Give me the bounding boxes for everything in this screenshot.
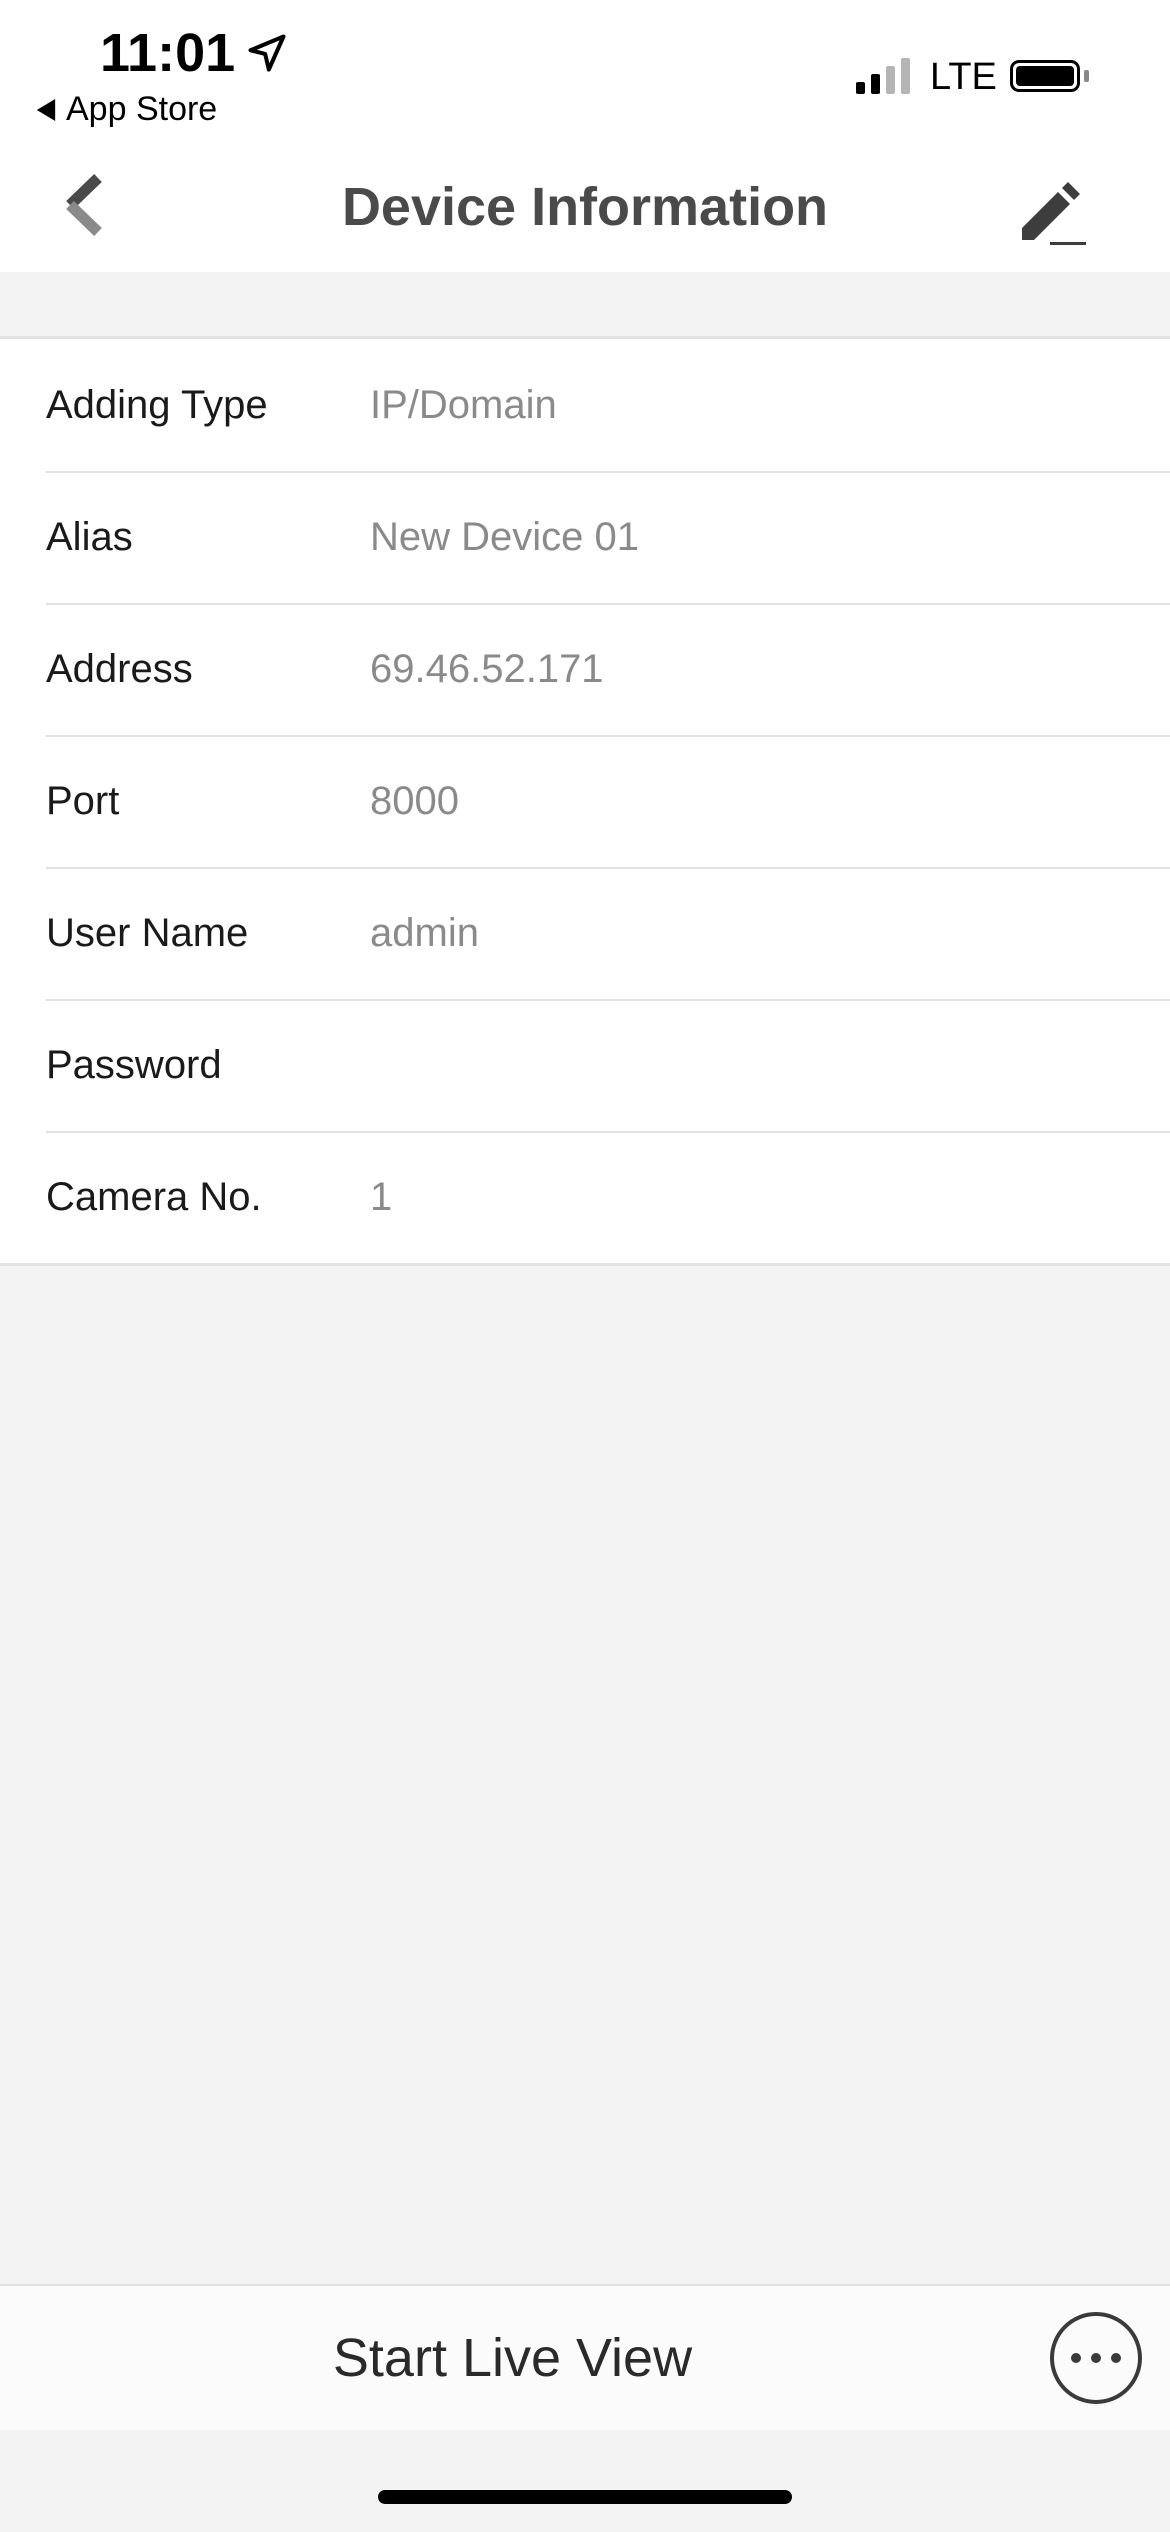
row-password[interactable]: Password <box>0 999 1170 1131</box>
field-value: 8000 <box>370 778 459 823</box>
status-bar: 11:01 App Store LTE <box>0 0 1170 140</box>
back-to-app-store[interactable]: App Store <box>36 90 217 129</box>
cellular-signal-icon <box>856 58 910 94</box>
navigation-bar: Device Information <box>0 140 1170 272</box>
row-adding-type[interactable]: Adding Type IP/Domain <box>0 339 1170 471</box>
field-value: admin <box>370 910 479 955</box>
section-spacer <box>0 272 1170 336</box>
field-label: Port <box>46 778 120 823</box>
status-time: 11:01 <box>100 22 289 84</box>
field-label: Alias <box>46 514 133 559</box>
home-indicator[interactable] <box>378 2490 792 2504</box>
battery-cap <box>1084 70 1089 82</box>
bottom-toolbar: Start Live View <box>0 2284 1170 2430</box>
network-type: LTE <box>930 56 997 98</box>
time-text: 11:01 <box>100 23 236 83</box>
field-value: IP/Domain <box>370 382 557 427</box>
field-label: User Name <box>46 910 249 955</box>
row-camera-no[interactable]: Camera No. 1 <box>0 1131 1170 1263</box>
field-label: Camera No. <box>46 1174 262 1219</box>
back-app-label: App Store <box>66 90 218 128</box>
field-label: Adding Type <box>46 382 268 427</box>
row-alias[interactable]: Alias New Device 01 <box>0 471 1170 603</box>
page-title: Device Information <box>341 177 829 237</box>
edit-pencil-icon[interactable] <box>1010 170 1090 250</box>
field-value: New Device 01 <box>370 514 640 559</box>
more-options-icon[interactable] <box>1050 2312 1142 2404</box>
field-value: 1 <box>370 1174 393 1219</box>
row-address[interactable]: Address 69.46.52.171 <box>0 603 1170 735</box>
row-port[interactable]: Port 8000 <box>0 735 1170 867</box>
row-user-name[interactable]: User Name admin <box>0 867 1170 999</box>
field-label: Password <box>46 1042 222 1087</box>
field-value: 69.46.52.171 <box>370 646 604 691</box>
field-label: Address <box>46 646 193 691</box>
battery-icon <box>1010 60 1080 92</box>
start-live-view-button[interactable]: Start Live View <box>0 2286 1025 2430</box>
device-info-list: Adding Type IP/Domain Alias New Device 0… <box>0 336 1170 1266</box>
location-arrow-icon <box>248 34 286 72</box>
back-triangle-icon <box>36 98 56 121</box>
